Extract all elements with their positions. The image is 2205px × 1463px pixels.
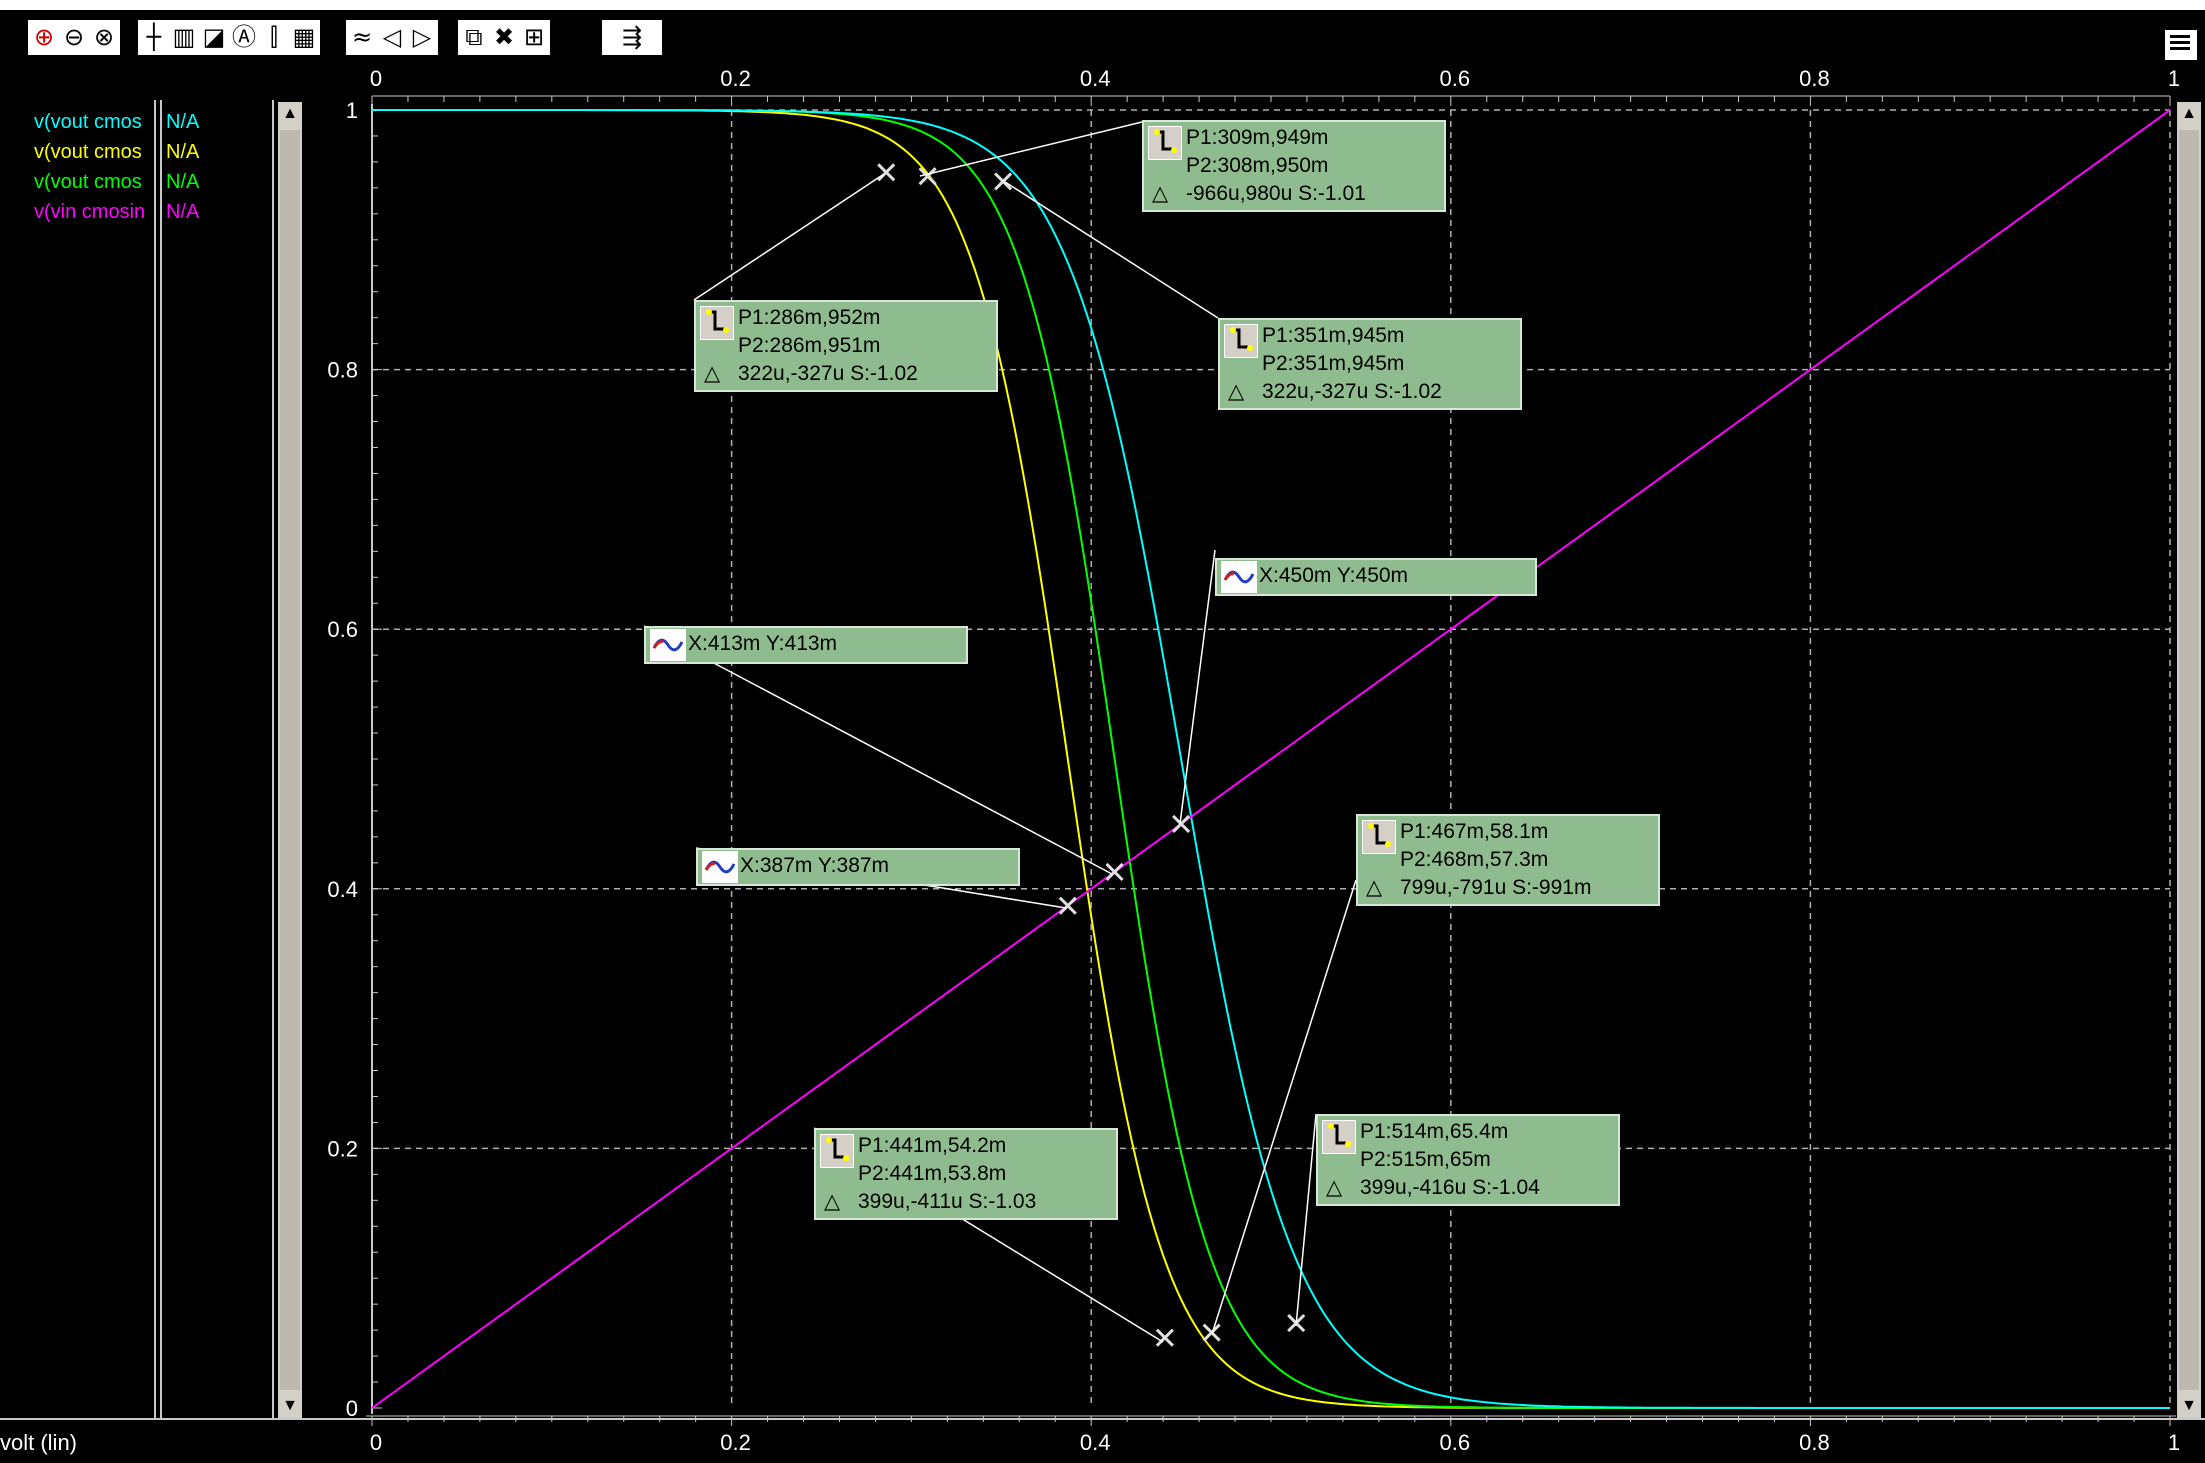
callout-text: X:387m Y:387m (740, 852, 889, 880)
xy-value: X:450m Y:450m (1259, 564, 1409, 587)
xy-value: X:387m Y:387m (740, 854, 890, 877)
x-tick-label-top: 0 (370, 66, 382, 91)
x-tick-label: 0.6 (1440, 1430, 1471, 1455)
delta-readout-callout[interactable]: △ P1:351m,945m P2:351m,945m 322u,-327u S:-1… (1218, 318, 1522, 410)
delta-value: 322u,-327u S:-1.02 (738, 362, 918, 385)
delta-icon: △ (824, 1190, 841, 1213)
delta-readout-callout[interactable]: △ P1:467m,58.1m P2:468m,57.3m 799u,-791u S:… (1356, 814, 1660, 906)
y-tick-label: 1 (346, 98, 358, 123)
p2-value: P2:468m,57.3m (1400, 848, 1549, 871)
x-tick-label-top: 0.2 (720, 66, 751, 91)
x-tick-label: 0 (370, 1430, 382, 1455)
p1-value: P1:309m,949m (1186, 126, 1329, 149)
delta-readout-callout[interactable]: △ P1:309m,949m P2:308m,950m -966u,980u S:-1… (1142, 120, 1446, 212)
cursor-pair-icon (820, 1134, 854, 1168)
callout-leader-line (1211, 879, 1357, 1335)
callout-text: X:450m Y:450m (1259, 562, 1408, 590)
delta-icon: △ (1366, 876, 1383, 899)
callout-text: P1:309m,949m P2:308m,950m -966u,980u S:-1.… (1186, 124, 1366, 208)
cursor-pair-icon (1148, 126, 1182, 160)
cursor-pair-icon (1362, 820, 1396, 854)
cursor-pair-icon (1224, 324, 1258, 358)
p1-value: P1:514m,65.4m (1360, 1120, 1509, 1143)
x-tick-label-top: 0.8 (1799, 66, 1830, 91)
callout-text: P1:467m,58.1m P2:468m,57.3m 799u,-791u S:-… (1400, 818, 1591, 902)
cursor-pair-icon (700, 306, 734, 340)
callout-text: X:413m Y:413m (688, 630, 837, 658)
delta-readout-callout[interactable]: △ P1:441m,54.2m P2:441m,53.8m 399u,-411u S:… (814, 1128, 1118, 1220)
delta-value: -966u,980u S:-1.01 (1186, 182, 1366, 205)
delta-value: 322u,-327u S:-1.02 (1262, 380, 1442, 403)
y-tick-label: 0.4 (327, 877, 358, 902)
x-tick-label-top: 0.6 (1440, 66, 1471, 91)
p2-value: P2:441m,53.8m (858, 1162, 1007, 1185)
callout-leader-line (1179, 549, 1216, 825)
cursor-marker[interactable] (1058, 896, 1077, 915)
x-tick-label: 0.4 (1080, 1430, 1111, 1455)
delta-icon: △ (704, 362, 721, 385)
y-tick-label: 0.6 (327, 617, 358, 642)
xy-readout-callout[interactable]: X:413m Y:413m (644, 626, 968, 664)
x-tick-label: 0.2 (720, 1430, 751, 1455)
xy-value: X:413m Y:413m (688, 632, 838, 655)
x-axis-separator (0, 1418, 2205, 1420)
y-tick-label: 0.2 (327, 1136, 358, 1161)
x-tick-label-top: 0.4 (1080, 66, 1111, 91)
waveform-icon (702, 851, 738, 883)
delta-value: 399u,-411u S:-1.03 (858, 1190, 1037, 1213)
delta-icon: △ (1228, 380, 1245, 403)
callout-leader-line (919, 121, 1143, 177)
p1-value: P1:441m,54.2m (858, 1134, 1007, 1157)
cursor-marker[interactable] (877, 163, 896, 182)
p1-value: P1:286m,952m (738, 306, 881, 329)
delta-value: 799u,-791u S:-991m (1400, 876, 1592, 899)
x-unit-label: volt (lin) (0, 1430, 78, 1455)
p2-value: P2:286m,951m (738, 334, 881, 357)
delta-icon: △ (1326, 1176, 1343, 1199)
xy-readout-callout[interactable]: X:387m Y:387m (696, 848, 1020, 886)
waveform-icon (650, 629, 686, 661)
y-tick-label: 0.8 (327, 358, 358, 383)
callout-leader-line (693, 173, 885, 301)
p1-value: P1:467m,58.1m (1400, 820, 1549, 843)
delta-value: 399u,-416u S:-1.04 (1360, 1176, 1540, 1199)
plot-area[interactable]: 0000.20.20.20.40.40.40.60.60.60.80.80.81… (0, 0, 2205, 1463)
p2-value: P2:351m,945m (1262, 352, 1405, 375)
x-tick-label-top: 1 (2168, 66, 2180, 91)
delta-icon: △ (1152, 182, 1169, 205)
p2-value: P2:308m,950m (1186, 154, 1329, 177)
callout-text: P1:514m,65.4m P2:515m,65m 399u,-416u S:-1.… (1360, 1118, 1540, 1202)
callout-text: P1:351m,945m P2:351m,945m 322u,-327u S:-1.… (1262, 322, 1442, 406)
p1-value: P1:351m,945m (1262, 324, 1405, 347)
x-tick-label: 1 (2168, 1430, 2180, 1455)
cursor-pair-icon (1322, 1120, 1356, 1154)
x-tick-label: 0.8 (1799, 1430, 1830, 1455)
callout-text: P1:286m,952m P2:286m,951m 322u,-327u S:-1.… (738, 304, 918, 388)
delta-readout-callout[interactable]: △ P1:514m,65.4m P2:515m,65m 399u,-416u S:-1… (1316, 1114, 1620, 1206)
cursor-marker[interactable] (1155, 1328, 1174, 1347)
waveform-icon (1221, 561, 1257, 593)
p2-value: P2:515m,65m (1360, 1148, 1491, 1171)
delta-readout-callout[interactable]: △ P1:286m,952m P2:286m,951m 322u,-327u S:-1… (694, 300, 998, 392)
callout-text: P1:441m,54.2m P2:441m,53.8m 399u,-411u S:-… (858, 1132, 1036, 1216)
xy-readout-callout[interactable]: X:450m Y:450m (1215, 558, 1537, 596)
series-line-3 (371, 109, 2171, 1409)
